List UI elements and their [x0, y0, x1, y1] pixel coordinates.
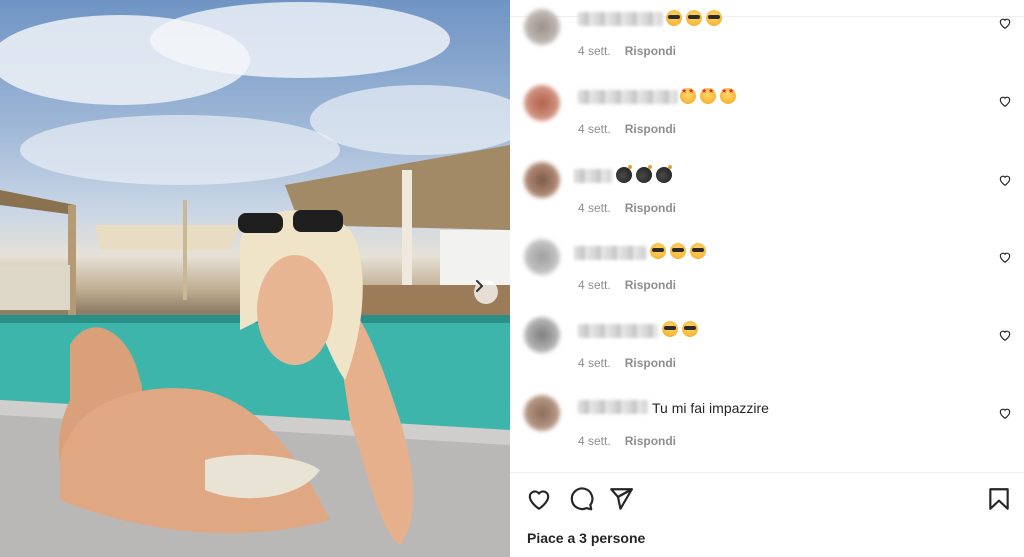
comment-time: 4 sett.: [578, 278, 611, 292]
reply-button[interactable]: Rispondi: [625, 434, 676, 448]
reply-button[interactable]: Rispondi: [625, 356, 676, 370]
next-image-button[interactable]: [474, 280, 498, 304]
comment-text: [616, 165, 676, 185]
comment-item: 4 sett. Rispondi: [510, 0, 1024, 60]
emoji-icon: [682, 321, 698, 337]
avatar[interactable]: [524, 395, 560, 431]
comment-item: 4 sett. Rispondi: [510, 78, 1024, 138]
comment-time: 4 sett.: [578, 44, 611, 58]
emoji-icon: [706, 10, 722, 26]
comment-time: 4 sett.: [578, 201, 611, 215]
reply-button[interactable]: Rispondi: [625, 122, 676, 136]
emoji-icon: [636, 165, 652, 183]
emoji-icon: [720, 88, 736, 104]
actions-divider: [510, 472, 1024, 473]
emoji-icon: [670, 243, 686, 259]
comment-time: 4 sett.: [578, 122, 611, 136]
paper-plane-icon[interactable]: [608, 486, 634, 512]
comment-time: 4 sett.: [578, 434, 611, 448]
reply-button[interactable]: Rispondi: [625, 44, 676, 58]
bookmark-icon[interactable]: [986, 486, 1012, 512]
heart-icon[interactable]: [998, 94, 1012, 108]
heart-icon[interactable]: [998, 328, 1012, 342]
comment-item: 4 sett. Rispondi: [510, 234, 1024, 294]
emoji-icon: [690, 243, 706, 259]
avatar[interactable]: [524, 317, 560, 353]
avatar[interactable]: [524, 9, 560, 45]
avatar[interactable]: [524, 162, 560, 198]
heart-icon[interactable]: [998, 16, 1012, 30]
redacted-username: [578, 12, 663, 26]
emoji-icon: [666, 10, 682, 26]
comment-text: [680, 88, 740, 106]
photo-illustration: [0, 2, 510, 557]
likes-count[interactable]: Piace a 3 persone: [527, 530, 645, 546]
comment-meta: 4 sett. Rispondi: [578, 278, 676, 292]
heart-icon[interactable]: [526, 486, 552, 512]
reply-button[interactable]: Rispondi: [625, 278, 676, 292]
emoji-icon: [662, 321, 678, 337]
comments-panel: 4 sett. Rispondi 4 sett. Rispondi 4 sett. R…: [510, 0, 1024, 557]
comment-text: [666, 10, 726, 28]
comment-meta: 4 sett. Rispondi: [578, 44, 676, 58]
chevron-right-icon: [476, 280, 483, 292]
comment-icon[interactable]: [568, 486, 594, 512]
redacted-username: [578, 324, 658, 338]
comment-meta: 4 sett. Rispondi: [578, 434, 676, 448]
emoji-icon: [680, 88, 696, 104]
emoji-icon: [700, 88, 716, 104]
emoji-icon: [616, 165, 632, 183]
comment-text: [662, 321, 702, 339]
heart-icon[interactable]: [998, 406, 1012, 420]
reply-button[interactable]: Rispondi: [625, 201, 676, 215]
comment-meta: 4 sett. Rispondi: [578, 122, 676, 136]
comment-meta: 4 sett. Rispondi: [578, 356, 676, 370]
redacted-username: [578, 400, 648, 414]
avatar[interactable]: [524, 239, 560, 275]
redacted-username: [574, 169, 612, 183]
emoji-icon: [656, 165, 672, 183]
emoji-icon: [686, 10, 702, 26]
redacted-username: [574, 246, 646, 260]
comment-item: 4 sett. Rispondi: [510, 157, 1024, 217]
comment-text: [650, 243, 710, 261]
emoji-icon: [650, 243, 666, 259]
post-photo: [0, 0, 510, 557]
redacted-username: [578, 90, 678, 104]
heart-icon[interactable]: [998, 250, 1012, 264]
comment-item: Tu mi fai impazzire 4 sett. Rispondi: [510, 390, 1024, 450]
avatar[interactable]: [524, 85, 560, 121]
comment-meta: 4 sett. Rispondi: [578, 201, 676, 215]
heart-icon[interactable]: [998, 173, 1012, 187]
comment-time: 4 sett.: [578, 356, 611, 370]
comment-item: 4 sett. Rispondi: [510, 312, 1024, 372]
comment-text: Tu mi fai impazzire: [652, 400, 769, 416]
